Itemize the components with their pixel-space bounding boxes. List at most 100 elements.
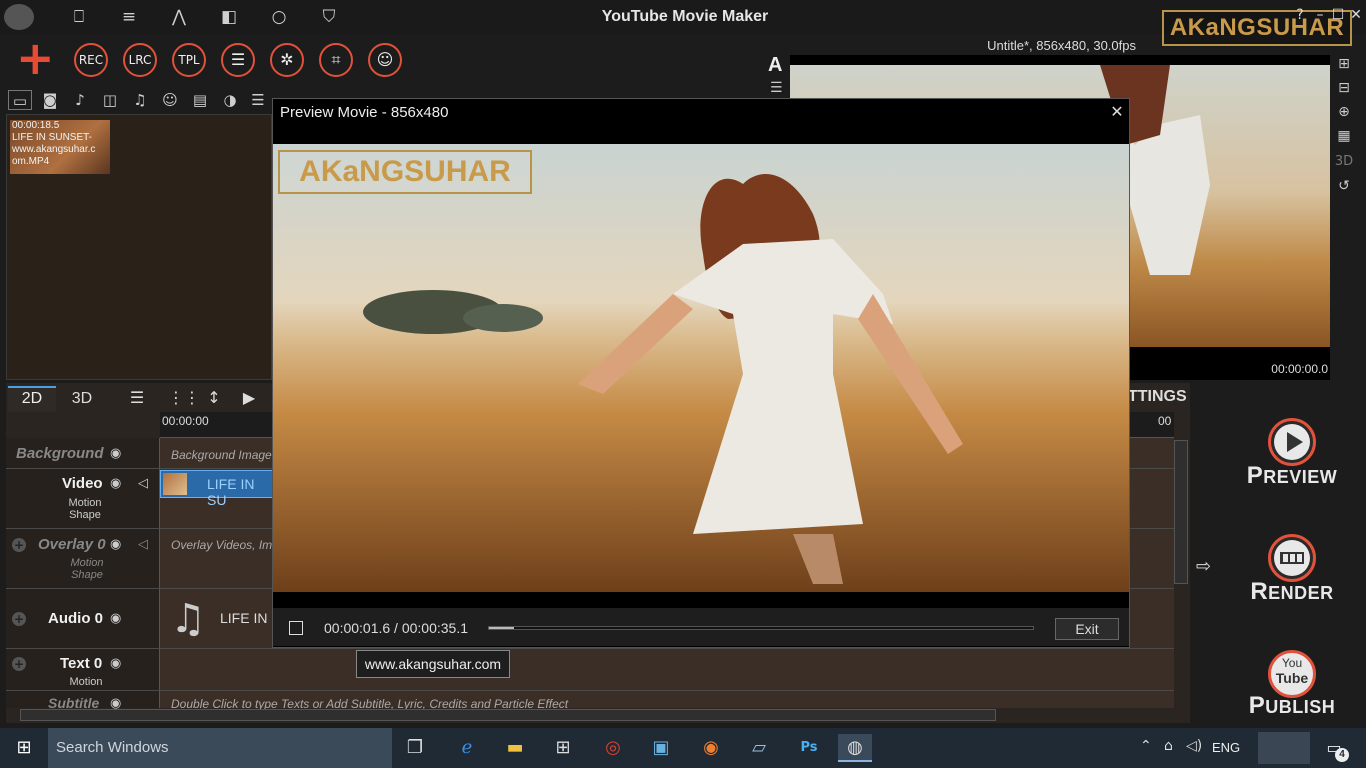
list-icon[interactable]: ≡: [116, 6, 142, 28]
file-explorer-icon[interactable]: ▬: [498, 734, 532, 762]
horizontal-scrollbar[interactable]: [20, 709, 996, 721]
video-motion-link[interactable]: Motion: [65, 497, 105, 509]
add-track-icon[interactable]: +: [12, 612, 26, 626]
chat-icon[interactable]: ○: [266, 6, 292, 28]
track-text-label: Text 0: [60, 655, 103, 672]
close-button[interactable]: ✕: [1346, 6, 1366, 24]
video-clip[interactable]: LIFE IN SU: [160, 470, 274, 508]
windows-start-icon[interactable]: ⊞: [0, 728, 48, 768]
chrome-icon[interactable]: ◎: [596, 734, 630, 762]
eye-icon[interactable]: ◉: [110, 476, 121, 491]
layout-split-icon[interactable]: ⊟: [1333, 80, 1355, 100]
edge-icon[interactable]: ℯ: [450, 734, 484, 762]
eye-icon[interactable]: ◉: [110, 446, 121, 461]
help-button[interactable]: ?: [1290, 6, 1310, 24]
tab-media-all-icon[interactable]: ▭: [8, 90, 32, 110]
eye-icon[interactable]: ◉: [110, 656, 121, 671]
overlay-motion-link[interactable]: Motion: [67, 557, 107, 569]
timeline-grid-icon[interactable]: ⋮⋮: [168, 388, 200, 408]
speaker-icon[interactable]: ◁: [138, 476, 148, 491]
clock[interactable]: [1258, 732, 1310, 764]
tab-transition-icon[interactable]: ◫: [98, 90, 122, 110]
user-button[interactable]: ☺: [368, 43, 402, 77]
playback-progress-bar[interactable]: [488, 626, 1034, 630]
tab-contrast-icon[interactable]: ◑: [218, 90, 242, 110]
tab-emoji-icon[interactable]: ☺: [158, 90, 182, 110]
movie-maker-taskbar-icon[interactable]: ◍: [838, 734, 872, 762]
tab-music-icon[interactable]: ♪: [68, 90, 92, 110]
firefox-icon[interactable]: ◉: [694, 734, 728, 762]
chevron-up-icon[interactable]: ⌃: [1140, 738, 1152, 754]
video-shape-link[interactable]: Shape: [65, 509, 105, 521]
crosshair-icon[interactable]: ⊕: [1333, 104, 1355, 124]
notepad-icon[interactable]: ▱: [742, 734, 776, 762]
shirt-icon[interactable]: ⛉: [316, 6, 342, 28]
media-clip-thumbnail[interactable]: 00:00:18.5 LIFE IN SUNSET- www.akangsuha…: [10, 120, 110, 174]
eye-icon[interactable]: ◉: [110, 611, 121, 626]
video-frame-scene: [273, 144, 1129, 592]
close-icon[interactable]: ✕: [1108, 102, 1126, 121]
render-initial: R: [1250, 578, 1269, 605]
compass-icon[interactable]: ⋀: [166, 6, 192, 28]
task-view-icon[interactable]: ❐: [398, 734, 432, 762]
tab-3d[interactable]: 3D: [60, 386, 104, 412]
taskbar-search-input[interactable]: Search Windows: [48, 728, 392, 768]
grid-button[interactable]: ⌗: [319, 43, 353, 77]
app-logo-icon[interactable]: [4, 4, 34, 30]
list-button[interactable]: ☰: [221, 43, 255, 77]
settings-tab[interactable]: TTINGS: [1128, 388, 1187, 406]
photoshop-icon[interactable]: Ps: [792, 734, 826, 762]
text-tool-icon[interactable]: A: [768, 54, 782, 77]
preview-play-glyph: [1274, 424, 1310, 460]
tab-list-icon[interactable]: ☰: [246, 90, 270, 110]
track-overlay-label: Overlay 0: [38, 536, 106, 553]
ruler-start-time: 00:00:00: [162, 414, 209, 428]
audio-clip-label[interactable]: LIFE IN: [220, 610, 267, 626]
timeline-play-icon[interactable]: ▶: [238, 388, 260, 408]
exit-button[interactable]: Exit: [1055, 618, 1119, 640]
3d-icon[interactable]: 3D: [1333, 154, 1355, 174]
lrc-button[interactable]: LRC: [123, 43, 157, 77]
book-icon[interactable]: ⎕: [66, 6, 92, 28]
play-icon[interactable]: [1268, 418, 1316, 466]
tab-audio-icon[interactable]: ♫: [128, 90, 152, 110]
tpl-button[interactable]: TPL: [172, 43, 206, 77]
align-icon[interactable]: ☰: [770, 80, 783, 96]
layout-grid-icon[interactable]: ⊞: [1333, 56, 1355, 76]
preview-initial: P: [1246, 462, 1264, 489]
effects-button[interactable]: ✲: [270, 43, 304, 77]
preview-action-button[interactable]: PREVIEW: [1234, 462, 1350, 490]
add-track-icon[interactable]: +: [12, 538, 26, 552]
tab-camera-icon[interactable]: ◙: [38, 90, 62, 110]
text-motion-link[interactable]: Motion: [66, 676, 106, 688]
stop-button[interactable]: [289, 621, 303, 635]
speaker-icon[interactable]: ◁: [138, 537, 148, 552]
maximize-button[interactable]: ☐: [1328, 6, 1348, 24]
timeline-list-icon[interactable]: ☰: [126, 388, 148, 408]
remote-desktop-icon[interactable]: ▣: [644, 734, 678, 762]
publish-action-button[interactable]: PUBLISH: [1234, 692, 1350, 720]
overlay-shape-link[interactable]: Shape: [67, 569, 107, 581]
add-track-icon[interactable]: +: [12, 657, 26, 671]
film-icon[interactable]: [1268, 534, 1316, 582]
rotate-icon[interactable]: ↺: [1333, 178, 1355, 198]
arrow-right-icon[interactable]: ⇨: [1196, 556, 1211, 577]
network-icon[interactable]: ⌂: [1164, 738, 1173, 754]
youtube-you: You: [1281, 656, 1303, 670]
youtube-icon[interactable]: You Tube: [1268, 650, 1316, 698]
layout-icon[interactable]: ◧: [216, 6, 242, 28]
tab-2d[interactable]: 2D: [8, 386, 56, 412]
tab-film-icon[interactable]: ▤: [188, 90, 212, 110]
volume-icon[interactable]: ◁): [1186, 738, 1202, 754]
add-media-button[interactable]: +: [16, 35, 55, 81]
eye-icon[interactable]: ◉: [110, 537, 121, 552]
vertical-scrollbar[interactable]: [1174, 440, 1188, 584]
timeline-resize-icon[interactable]: ↕: [203, 388, 225, 408]
divider: [6, 648, 1174, 649]
grid-view-icon[interactable]: ▦: [1333, 128, 1355, 148]
rec-button[interactable]: REC: [74, 43, 108, 77]
minimize-button[interactable]: –: [1310, 6, 1330, 24]
store-icon[interactable]: ⊞: [546, 734, 580, 762]
render-action-button[interactable]: RENDER: [1234, 578, 1350, 606]
language-indicator[interactable]: ENG: [1212, 740, 1240, 755]
